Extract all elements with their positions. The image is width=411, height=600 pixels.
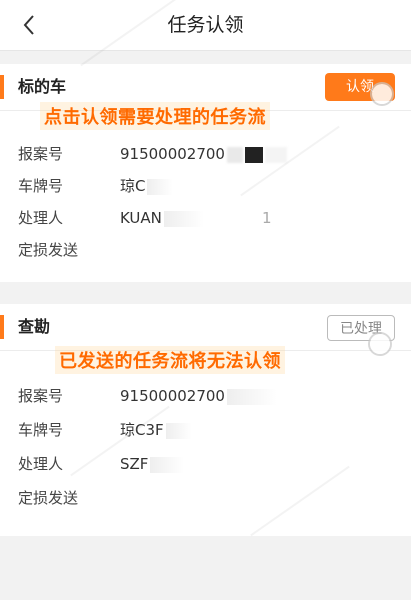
plate-number-text: 琼C3F xyxy=(120,421,164,439)
card-header: 查勘 已处理 xyxy=(0,304,411,351)
report-number-text: 91500002700 xyxy=(120,145,225,163)
report-number-text: 91500002700 xyxy=(120,387,225,405)
privacy-mask xyxy=(244,146,263,163)
privacy-mask xyxy=(147,178,174,195)
annotation-banner-handled: 已发送的任务流将无法认领 xyxy=(55,346,285,374)
field-label: 处理人 xyxy=(18,209,64,227)
task-card-survey: 查勘 已处理 报案号 91500002700 车牌号 琼C3F 处理人 SZF … xyxy=(0,304,411,536)
field-row-plate-no: 车牌号 琼C xyxy=(0,172,411,200)
field-label: 报案号 xyxy=(18,387,64,405)
privacy-mask xyxy=(165,422,192,439)
field-value: KUAN xyxy=(120,204,204,232)
field-row-loss-sent: 定损发送 xyxy=(0,484,411,512)
task-card-target-vehicle: 标的车 认领 报案号 91500002700 车牌号 琼C 处理人 KUAN 1… xyxy=(0,64,411,282)
annotation-banner-claim: 点击认领需要处理的任务流 xyxy=(40,102,270,130)
privacy-mask xyxy=(163,210,204,227)
field-label: 车牌号 xyxy=(18,177,64,195)
field-label: 车牌号 xyxy=(18,421,64,439)
card-title: 查勘 xyxy=(18,317,51,336)
field-row-handler: 处理人 SZF xyxy=(0,450,411,478)
privacy-mask xyxy=(264,146,287,163)
field-row-report-no: 报案号 91500002700 xyxy=(0,382,411,410)
field-row-report-no: 报案号 91500002700 xyxy=(0,140,411,168)
handler-name-text: SZF xyxy=(120,455,149,473)
field-row-plate-no: 车牌号 琼C3F xyxy=(0,416,411,444)
handler-name-text: KUAN xyxy=(120,209,162,227)
privacy-mask xyxy=(226,388,277,405)
field-row-handler: 处理人 KUAN 1 xyxy=(0,204,411,232)
privacy-mask xyxy=(226,146,243,163)
field-value: SZF xyxy=(120,450,185,478)
field-value: 琼C3F xyxy=(120,416,192,444)
field-label: 定损发送 xyxy=(18,489,79,507)
privacy-mask xyxy=(150,456,185,473)
handler-id-fragment: 1 xyxy=(262,209,272,227)
page-title: 任务认领 xyxy=(167,14,244,36)
plate-number-text: 琼C xyxy=(120,177,146,195)
field-row-loss-sent: 定损发送 xyxy=(0,236,411,264)
field-label: 处理人 xyxy=(18,455,64,473)
section-accent-bar xyxy=(0,75,4,99)
field-value: 91500002700 xyxy=(120,382,277,410)
field-value: 91500002700 xyxy=(120,140,287,168)
field-label: 定损发送 xyxy=(18,241,79,259)
nav-bar: 任务认领 xyxy=(0,0,411,51)
section-accent-bar xyxy=(0,315,4,339)
field-label: 报案号 xyxy=(18,145,64,163)
field-value: 琼C xyxy=(120,172,174,200)
tap-indicator-icon xyxy=(372,84,392,104)
tap-indicator-icon xyxy=(370,334,390,354)
